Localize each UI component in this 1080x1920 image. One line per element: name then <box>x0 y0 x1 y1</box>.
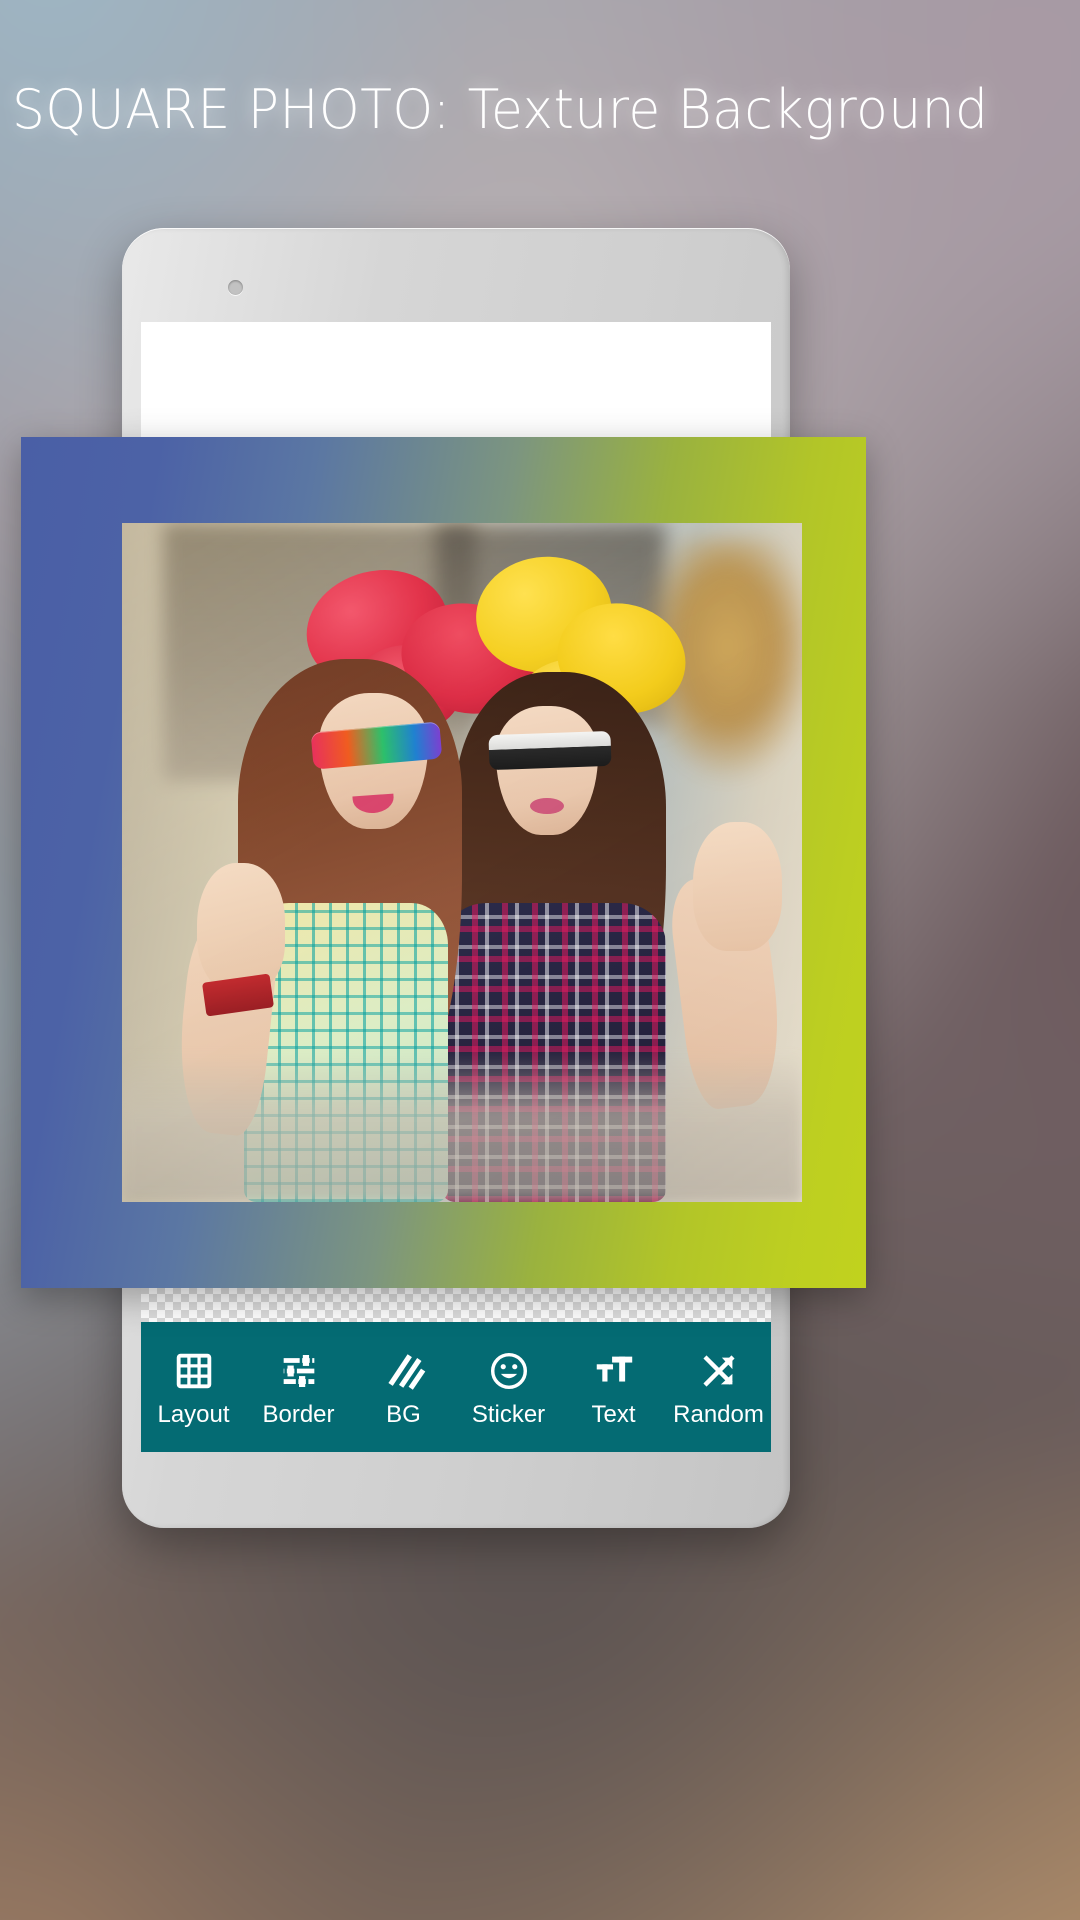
nav-item-text[interactable]: Text <box>561 1322 666 1452</box>
nav-item-sticker[interactable]: Sticker <box>456 1322 561 1452</box>
nav-item-border[interactable]: Border <box>246 1322 351 1452</box>
grid-icon <box>176 1353 211 1388</box>
nav-label: Border <box>262 1400 335 1428</box>
nav-item-bg[interactable]: BG <box>351 1322 456 1452</box>
diagonal-stripes-icon <box>387 1353 425 1390</box>
promo-title: SQUARE PHOTO: Texture Background <box>12 78 989 141</box>
nav-label: Sticker <box>471 1400 546 1428</box>
smiley-icon <box>490 1352 527 1389</box>
nav-label: BG <box>386 1400 421 1428</box>
nav-item-layout[interactable]: Layout <box>141 1322 246 1452</box>
collage-canvas[interactable] <box>21 437 866 1288</box>
text-size-icon <box>596 1356 632 1382</box>
front-camera-icon <box>228 280 243 295</box>
sliders-icon <box>283 1352 314 1389</box>
nav-label: Random <box>673 1400 764 1428</box>
collage-photo[interactable] <box>122 523 802 1202</box>
shuffle-icon <box>702 1354 735 1387</box>
nav-label: Text <box>591 1400 636 1428</box>
photo-color-grade <box>122 523 802 1202</box>
nav-label: Layout <box>157 1400 230 1428</box>
editor-bottom-nav: Layout Border BG Sticker Text Random <box>141 1322 771 1452</box>
nav-item-random[interactable]: Random <box>666 1322 771 1452</box>
